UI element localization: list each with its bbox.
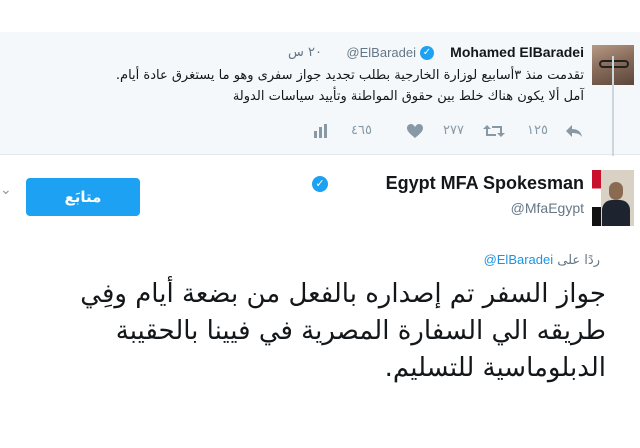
main-author-name[interactable]: Egypt MFA Spokesman	[386, 173, 584, 194]
reply-arrow-icon[interactable]	[564, 123, 584, 139]
like-count: ٢٧٧	[443, 123, 464, 138]
heart-icon[interactable]	[406, 123, 424, 139]
quoted-text-line-2: آمل ألا يكون هناك خلط بين حقوق المواطنة …	[232, 89, 584, 104]
thread-connector	[612, 56, 614, 156]
quoted-tweet[interactable]: Mohamed ElBaradei ✓ @ElBaradei ٢٠ س تقدم…	[0, 32, 640, 155]
quoted-timestamp[interactable]: ٢٠ س	[288, 45, 322, 60]
replying-to-handle-link[interactable]: @ElBaradei	[484, 252, 554, 267]
quoted-text-line-1: تقدمت منذ ٣أسابيع لوزارة الخارجية بطلب ت…	[115, 68, 584, 83]
following-button[interactable]: متابَع	[26, 178, 140, 216]
chevron-down-icon[interactable]: ⌄	[0, 182, 12, 198]
verified-check-icon: ✓	[420, 46, 434, 60]
verified-check-icon: ✓	[312, 176, 328, 192]
quoted-author-handle[interactable]: @ElBaradei	[346, 45, 416, 60]
replying-to-label: ردًا على	[557, 253, 600, 268]
mfa-avatar[interactable]	[592, 170, 634, 226]
replying-to-line: ردًا على @ElBaradei	[484, 252, 600, 268]
quoted-author-name[interactable]: Mohamed ElBaradei	[450, 44, 584, 60]
main-author-handle[interactable]: @MfaEgypt	[511, 200, 584, 216]
main-tweet-text: جواز السفر تم إصداره بالفعل من بضعة أيام…	[80, 279, 606, 383]
quoted-tweet-text: تقدمت منذ ٣أسابيع لوزارة الخارجية بطلب ت…	[14, 65, 584, 107]
retweet-icon[interactable]	[482, 123, 506, 139]
activity-count: ٤٦٥	[351, 123, 372, 138]
quoted-action-bar: ١٢٥ ٢٧٧ ٤٦٥	[114, 123, 584, 143]
activity-icon[interactable]	[312, 123, 328, 139]
retweet-count: ١٢٥	[527, 123, 548, 138]
